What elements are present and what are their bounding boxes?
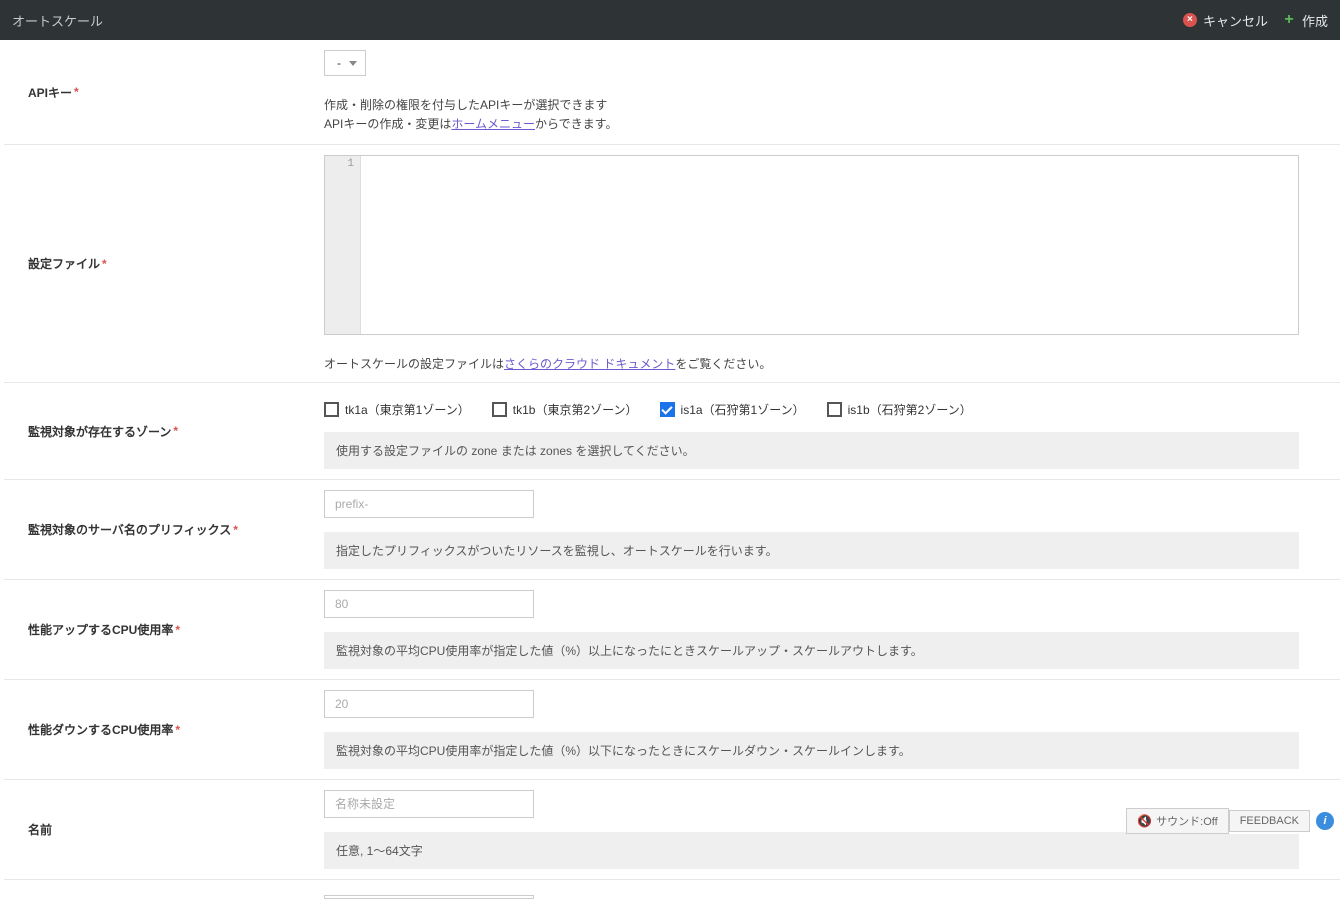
label-apikey: APIキー* <box>4 40 324 144</box>
feedback-label: FEEDBACK <box>1240 815 1299 827</box>
label-config: 設定ファイル* <box>4 145 324 382</box>
required-mark: * <box>173 424 178 438</box>
code-gutter: 1 <box>325 156 361 334</box>
zone-label: tk1a（東京第1ゾーン） <box>345 401 470 418</box>
control-prefix: 指定したプリフィックスがついたリソースを監視し、オートスケールを行います。 <box>324 480 1340 579</box>
apikey-help-line2: APIキーの作成・変更はホームメニューからできます。 <box>324 115 1340 134</box>
cpu-down-info: 監視対象の平均CPU使用率が指定した値（%）以下になったときにスケールダウン・ス… <box>324 732 1299 769</box>
control-zones: tk1a（東京第1ゾーン） tk1b（東京第2ゾーン） is1a（石狩第1ゾーン… <box>324 383 1340 479</box>
info-icon[interactable]: i <box>1316 812 1334 830</box>
page-title: オートスケール <box>12 11 103 30</box>
label-prefix: 監視対象のサーバ名のプリフィックス* <box>4 480 324 579</box>
control-config: 1 オートスケールの設定ファイルはさくらのクラウド ドキュメントをご覧ください。 <box>324 145 1340 382</box>
feedback-button[interactable]: FEEDBACK <box>1229 810 1310 832</box>
home-menu-link[interactable]: ホームメニュー <box>451 117 535 131</box>
checkbox-icon <box>324 402 339 417</box>
prefix-info: 指定したプリフィックスがついたリソースを監視し、オートスケールを行います。 <box>324 532 1299 569</box>
cancel-label: キャンセル <box>1203 11 1268 30</box>
zones-info: 使用する設定ファイルの zone または zones を選択してください。 <box>324 432 1299 469</box>
control-cpu-down: 監視対象の平均CPU使用率が指定した値（%）以下になったときにスケールダウン・ス… <box>324 680 1340 779</box>
zone-label: is1b（石狩第2ゾーン） <box>848 401 972 418</box>
control-next <box>324 880 1340 914</box>
required-mark: * <box>74 85 79 99</box>
required-mark: * <box>175 623 180 637</box>
zone-label: is1a（石狩第1ゾーン） <box>681 401 805 418</box>
label-name: 名前 <box>4 780 324 879</box>
form-content: APIキー* - 作成・削除の権限を付与したAPIキーが選択できます APIキー… <box>4 40 1340 914</box>
apikey-help: 作成・削除の権限を付与したAPIキーが選択できます APIキーの作成・変更はホー… <box>324 96 1340 134</box>
header-bar: オートスケール × キャンセル + 作成 <box>0 0 1340 40</box>
config-help: オートスケールの設定ファイルはさくらのクラウド ドキュメントをご覧ください。 <box>324 355 1340 372</box>
docs-link[interactable]: さくらのクラウド ドキュメント <box>504 357 675 371</box>
create-button[interactable]: + 作成 <box>1282 11 1328 30</box>
cpu-down-input[interactable] <box>324 690 534 718</box>
row-cpu-up: 性能アップするCPU使用率* 監視対象の平均CPU使用率が指定した値（%）以上に… <box>4 580 1340 680</box>
zone-label: tk1b（東京第2ゾーン） <box>513 401 638 418</box>
zone-checkbox-tk1b[interactable]: tk1b（東京第2ゾーン） <box>492 401 638 418</box>
prefix-input[interactable] <box>324 490 534 518</box>
apikey-select[interactable]: - <box>324 50 366 76</box>
footer-bar: 🔇 サウンド:Off FEEDBACK i <box>1126 808 1340 834</box>
label-zones: 監視対象が存在するゾーン* <box>4 383 324 479</box>
label-cpu-down: 性能ダウンするCPU使用率* <box>4 680 324 779</box>
required-mark: * <box>175 723 180 737</box>
create-label: 作成 <box>1302 11 1328 30</box>
row-config: 設定ファイル* 1 オートスケールの設定ファイルはさくらのクラウド ドキュメント… <box>4 145 1340 383</box>
chevron-down-icon <box>349 61 357 66</box>
row-prefix: 監視対象のサーバ名のプリフィックス* 指定したプリフィックスがついたリソースを監… <box>4 480 1340 580</box>
name-input[interactable] <box>324 790 534 818</box>
row-zones: 監視対象が存在するゾーン* tk1a（東京第1ゾーン） tk1b（東京第2ゾーン… <box>4 383 1340 480</box>
checkbox-icon <box>492 402 507 417</box>
apikey-help-line1: 作成・削除の権限を付与したAPIキーが選択できます <box>324 96 1340 115</box>
checkbox-checked-icon <box>660 402 675 417</box>
zone-checkbox-is1b[interactable]: is1b（石狩第2ゾーン） <box>827 401 972 418</box>
header-actions: × キャンセル + 作成 <box>1183 11 1328 30</box>
checkbox-icon <box>827 402 842 417</box>
code-area[interactable] <box>361 156 1298 334</box>
sound-off-icon: 🔇 <box>1137 814 1152 828</box>
plus-icon: + <box>1282 13 1296 27</box>
zone-checkbox-is1a[interactable]: is1a（石狩第1ゾーン） <box>660 401 805 418</box>
config-editor[interactable]: 1 <box>324 155 1299 335</box>
next-input[interactable] <box>324 895 534 899</box>
cpu-up-info: 監視対象の平均CPU使用率が指定した値（%）以上になったにときスケールアップ・ス… <box>324 632 1299 669</box>
sound-label: サウンド:Off <box>1156 813 1218 829</box>
row-cpu-down: 性能ダウンするCPU使用率* 監視対象の平均CPU使用率が指定した値（%）以下に… <box>4 680 1340 780</box>
apikey-select-value: - <box>337 56 341 70</box>
row-next <box>4 880 1340 914</box>
zone-checkbox-group: tk1a（東京第1ゾーン） tk1b（東京第2ゾーン） is1a（石狩第1ゾーン… <box>324 401 1340 418</box>
control-apikey: - 作成・削除の権限を付与したAPIキーが選択できます APIキーの作成・変更は… <box>324 40 1340 144</box>
label-cpu-up: 性能アップするCPU使用率* <box>4 580 324 679</box>
cancel-button[interactable]: × キャンセル <box>1183 11 1268 30</box>
control-cpu-up: 監視対象の平均CPU使用率が指定した値（%）以上になったにときスケールアップ・ス… <box>324 580 1340 679</box>
required-mark: * <box>233 523 238 537</box>
name-info: 任意, 1〜64文字 <box>324 832 1299 869</box>
required-mark: * <box>102 257 107 271</box>
zone-checkbox-tk1a[interactable]: tk1a（東京第1ゾーン） <box>324 401 470 418</box>
close-icon: × <box>1183 13 1197 27</box>
label-next <box>4 880 324 914</box>
row-apikey: APIキー* - 作成・削除の権限を付与したAPIキーが選択できます APIキー… <box>4 40 1340 145</box>
cpu-up-input[interactable] <box>324 590 534 618</box>
sound-toggle[interactable]: 🔇 サウンド:Off <box>1126 808 1228 834</box>
